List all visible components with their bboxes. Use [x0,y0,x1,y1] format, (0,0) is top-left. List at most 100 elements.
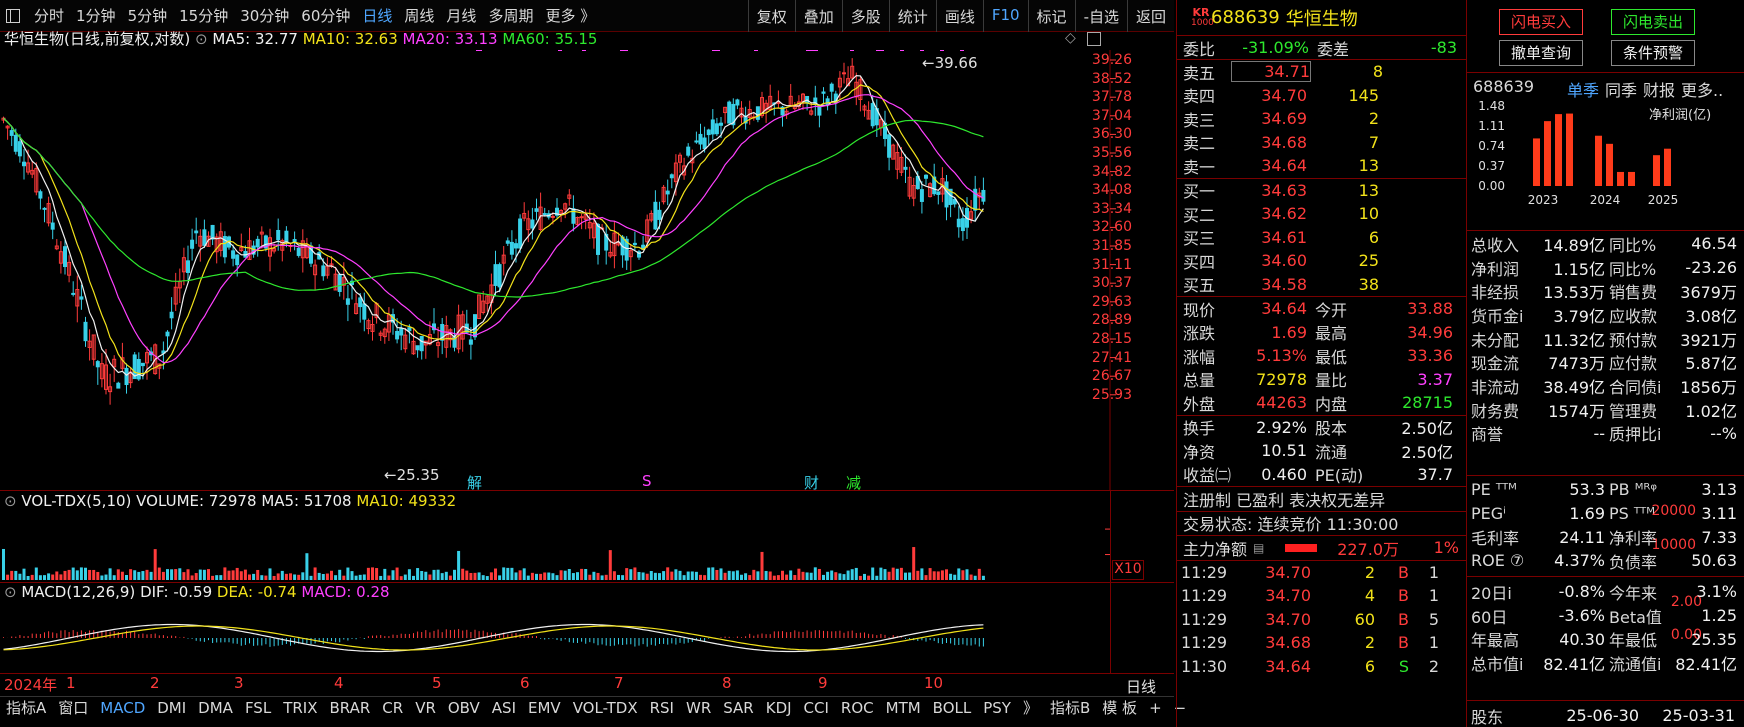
volume-bar [453,569,456,580]
volume-bar [358,574,362,580]
book-row[interactable]: 买三 34.61 6 [1177,226,1466,250]
chevron-down-icon[interactable]: ⊙ [195,30,208,48]
period-tab[interactable]: 多周期 [482,5,539,26]
period-tab[interactable]: 1分钟 [70,5,122,26]
indicator-tab[interactable]: DMI [151,699,192,717]
indicator-tab[interactable]: 指标B [1044,697,1096,718]
chevron-down-icon[interactable]: ⊙ [4,492,17,510]
indicator-tab[interactable]: + [1143,699,1168,717]
indicator-tab[interactable]: EMV [522,699,567,717]
condition-alert-button[interactable]: 条件预警 [1611,40,1695,66]
event-mark[interactable]: S [642,472,652,490]
candle-body [50,222,55,230]
indicator-tab[interactable]: 》 [1017,697,1044,718]
book-row[interactable]: 买二 34.62 10 [1177,202,1466,226]
volume-bar [362,574,366,580]
volume-bar [502,567,506,580]
tick-list: 11:29 34.70 2 B 1 11:29 34.70 4 B 1 11:29 34.70 60 B 5… [1177,561,1466,679]
indicator-tab[interactable]: VR [409,699,442,717]
volume-bar [412,575,415,580]
tool-button[interactable]: 复权 [747,0,795,32]
volume-bar [26,576,30,580]
volume-bar [215,575,219,580]
volume-bar [617,574,620,580]
book-row[interactable]: 卖一 34.64 13 [1177,154,1466,178]
kline-chart[interactable] [0,50,1174,490]
tool-button[interactable]: F10 [982,0,1028,32]
tool-button[interactable]: 返回 [1126,0,1174,32]
indicator-tab[interactable]: 窗口 [52,697,94,718]
month-label: 4 [334,674,344,692]
volume-bar [608,550,612,580]
indicator-tab[interactable]: BOLL [927,699,978,717]
indicator-tab[interactable]: KDJ [760,699,798,717]
cancel-query-button[interactable]: 撤单查询 [1499,40,1583,66]
period-tab[interactable]: 60分钟 [295,5,356,26]
indicator-tab[interactable]: FSL [239,699,277,717]
book-row[interactable]: 卖四 34.70 145 [1177,84,1466,108]
indicator-tab[interactable]: 模 板 [1096,697,1143,718]
period-tab[interactable]: 周线 [398,5,440,26]
period-tab[interactable]: 月线 [440,5,482,26]
indicator-tab[interactable]: MTM [880,699,927,717]
fund-tab[interactable]: 同季 [1605,77,1637,101]
panel-toggle-icon[interactable] [1087,32,1101,46]
candle-body [190,239,195,249]
volume-chart[interactable] [0,514,1110,582]
period-tab[interactable]: 5分钟 [122,5,174,26]
indicator-tab[interactable]: ASI [486,699,522,717]
indicator-tab[interactable]: DMA [192,699,239,717]
book-row[interactable]: 买一 34.63 13 [1177,179,1466,203]
indicator-tab[interactable]: PSY [977,699,1017,717]
indicator-tab[interactable]: SAR [717,699,759,717]
flash-sell-button[interactable]: 闪电卖出 [1611,9,1695,35]
period-tab[interactable]: 30分钟 [234,5,295,26]
volume-bar [940,570,944,580]
layout-icon[interactable] [6,8,20,23]
price-tick: 38.52 [1091,70,1132,87]
tool-button[interactable]: 多股 [841,0,889,32]
event-dot [810,50,814,51]
indicator-tab[interactable]: MACD [94,699,151,717]
period-tab[interactable]: 15分钟 [173,5,234,26]
fund-tab[interactable]: 单季 [1567,77,1599,101]
book-row[interactable]: 买四 34.60 25 [1177,249,1466,273]
period-tab[interactable]: 更多 》 [539,5,601,26]
book-row[interactable]: 卖三 34.69 2 [1177,107,1466,131]
book-row[interactable]: 卖二 34.68 7 [1177,131,1466,155]
flash-buy-button[interactable]: 闪电买入 [1499,9,1583,35]
indicator-tab[interactable]: RSI [644,699,680,717]
volume-bar [272,575,276,580]
book-row[interactable]: 买五 34.58 38 [1177,273,1466,297]
tool-button[interactable]: 叠加 [794,0,842,32]
tool-button[interactable]: 统计 [888,0,936,32]
fund-row: 财务费 1574万 管理费 1.02亿 [1471,401,1737,421]
profit-ytick: 0.37 [1478,159,1505,173]
chevron-down-icon[interactable]: ⊙ [4,583,17,601]
indicator-tab[interactable]: BRAR [323,699,376,717]
book-row[interactable]: 卖五 34.71 8 [1177,60,1466,84]
volume-bar [863,573,866,580]
tool-button[interactable]: -自选 [1074,0,1127,32]
indicator-tab[interactable]: TRIX [277,699,323,717]
indicator-tab[interactable]: OBV [442,699,486,717]
period-tab[interactable]: 日线 [356,5,398,26]
diamond-icon[interactable]: ◇ [1065,30,1076,46]
volume-unit-button[interactable]: X10 [1112,560,1144,580]
macd-chart[interactable] [0,604,1110,674]
indicator-tab[interactable]: VOL-TDX [567,699,644,717]
fund-tab[interactable]: 财报 [1643,77,1675,101]
indicator-tab[interactable]: CR [376,699,409,717]
indicator-tab[interactable]: ROC [835,699,880,717]
fund-tab[interactable]: 更多.. [1681,77,1723,101]
tool-button[interactable]: 标记 [1027,0,1075,32]
indicator-tab[interactable]: CCI [798,699,835,717]
tool-button[interactable]: 画线 [935,0,983,32]
period-tab[interactable]: 分时 [28,5,70,26]
table-icon[interactable]: ▤ [1253,541,1273,555]
indicator-tab[interactable]: WR [680,699,717,717]
volume-bar [658,573,661,580]
indicator-tab[interactable]: 指标A [0,697,52,718]
volume-bar [489,572,493,580]
volume-bar [465,570,469,580]
